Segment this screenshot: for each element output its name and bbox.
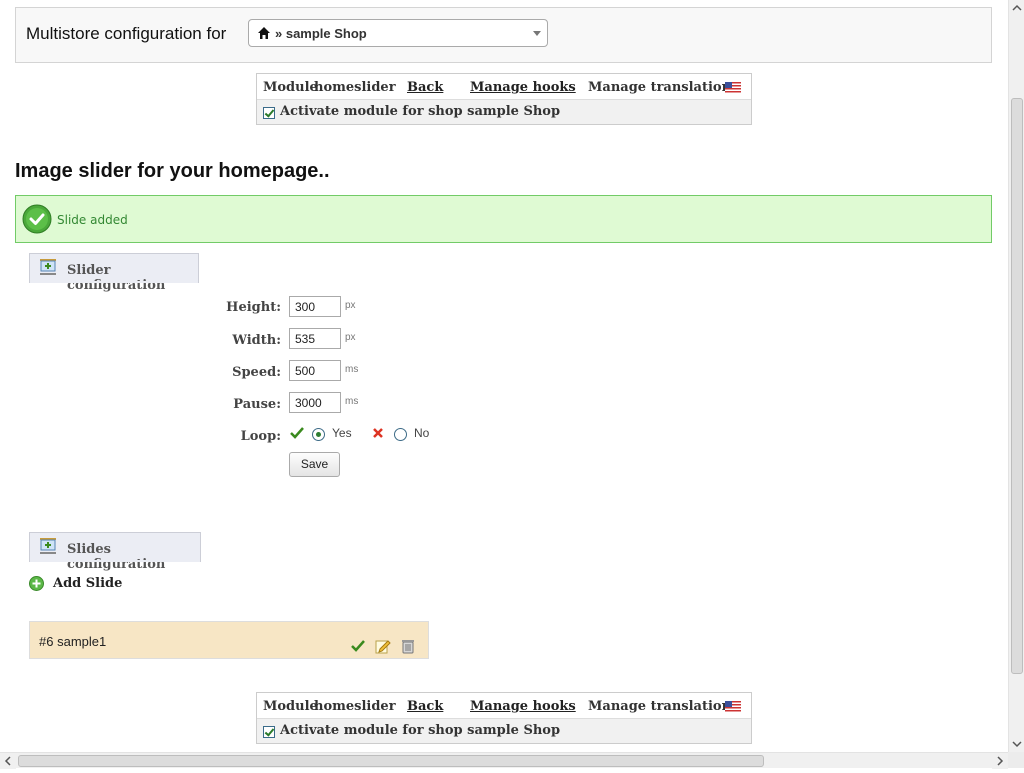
width-row: Width: — [199, 327, 281, 351]
slides-config-title: Slides configuration — [67, 542, 166, 572]
horizontal-scrollbar[interactable] — [0, 752, 1008, 769]
activate-label: Activate module for shop sample Shop — [280, 104, 561, 119]
confirmation-message: Slide added — [15, 195, 992, 243]
multistore-label: Multistore configuration for — [26, 24, 227, 43]
legend-gap — [30, 281, 198, 283]
delete-icon[interactable] — [400, 638, 416, 654]
loop-row: Loop: — [199, 423, 281, 447]
back-link[interactable]: Back — [407, 80, 443, 95]
legend-gap — [30, 560, 200, 562]
speed-input[interactable]: 500 — [289, 360, 341, 381]
loop-no-label: No — [414, 426, 430, 440]
activate-checkbox[interactable] — [263, 107, 275, 119]
chevron-down-icon — [533, 31, 541, 36]
manage-translations-link[interactable]: Manage translations — [588, 699, 738, 714]
add-icon — [29, 576, 44, 591]
loop-label: Loop: — [240, 429, 281, 444]
speed-unit: ms — [345, 364, 359, 375]
cross-icon — [373, 428, 383, 438]
width-input[interactable]: 535 — [289, 328, 341, 349]
scrollbar-corner — [1008, 752, 1024, 768]
arrow-left-icon — [4, 756, 11, 766]
loop-no-radio[interactable] — [394, 428, 407, 441]
width-label: Width: — [232, 333, 281, 348]
slides-icon — [40, 538, 56, 554]
module-name: homeslider — [314, 699, 396, 714]
activate-label: Activate module for shop sample Shop — [280, 723, 561, 738]
back-link[interactable]: Back — [407, 699, 443, 714]
speed-label: Speed: — [232, 365, 281, 380]
pause-input[interactable]: 3000 — [289, 392, 341, 413]
scroll-right-button[interactable] — [992, 753, 1008, 769]
activate-row: Activate module for shop sample Shop — [257, 719, 751, 743]
width-unit: px — [345, 332, 356, 343]
slides-icon — [40, 259, 56, 275]
multistore-bar: Multistore configuration for » sample Sh… — [15, 7, 992, 63]
module-toolbar-top: Module homeslider Back Manage hooks Mana… — [256, 73, 752, 125]
height-label: Height: — [226, 300, 281, 315]
save-button[interactable]: Save — [289, 452, 340, 477]
add-slide-label: Add Slide — [53, 576, 123, 591]
pause-label: Pause: — [233, 397, 281, 412]
height-input[interactable]: 300 — [289, 296, 341, 317]
slide-id: #6 — [39, 634, 54, 649]
vertical-scroll-thumb[interactable] — [1011, 98, 1023, 674]
add-slide-link[interactable]: Add Slide — [29, 575, 149, 593]
us-flag-icon[interactable] — [725, 82, 741, 93]
scroll-up-button[interactable] — [1009, 0, 1024, 16]
activate-checkbox[interactable] — [263, 726, 275, 738]
slide-name: sample1 — [57, 634, 107, 649]
height-row: Height: — [199, 294, 281, 318]
loop-yes-label: Yes — [332, 426, 352, 440]
toolbar-links: Module homeslider Back Manage hooks Mana… — [257, 693, 751, 719]
slider-config-panel — [15, 268, 992, 502]
slide-row: #6 sample1 — [29, 621, 429, 659]
vertical-scrollbar[interactable] — [1008, 0, 1024, 752]
scroll-down-button[interactable] — [1009, 736, 1024, 752]
slides-config-legend: Slides configuration — [29, 532, 201, 572]
page-title: Image slider for your homepage.. — [15, 160, 330, 182]
scroll-left-button[interactable] — [0, 753, 16, 769]
module-name: homeslider — [314, 80, 396, 95]
module-prefix: Module — [263, 699, 318, 714]
arrow-down-icon — [1012, 741, 1022, 748]
activate-row: Activate module for shop sample Shop — [257, 100, 751, 124]
edit-icon[interactable] — [375, 638, 391, 654]
enabled-check-icon[interactable] — [350, 638, 366, 654]
manage-translations-link[interactable]: Manage translations — [588, 80, 738, 95]
arrow-up-icon — [1012, 4, 1022, 11]
home-icon — [258, 27, 270, 39]
height-unit: px — [345, 300, 356, 311]
speed-row: Speed: — [199, 359, 281, 383]
slide-title: #6 sample1 — [39, 634, 106, 649]
horizontal-scroll-thumb[interactable] — [18, 755, 764, 767]
arrow-right-icon — [997, 756, 1004, 766]
slider-config-title: Slider configuration — [67, 263, 166, 293]
loop-yes-radio[interactable] — [312, 428, 325, 441]
module-toolbar-bottom: Module homeslider Back Manage hooks Mana… — [256, 692, 752, 744]
us-flag-icon[interactable] — [725, 701, 741, 712]
page: Multistore configuration for » sample Sh… — [0, 0, 1008, 752]
pause-unit: ms — [345, 396, 359, 407]
slider-config-legend: Slider configuration — [29, 253, 199, 293]
manage-hooks-link[interactable]: Manage hooks — [470, 80, 576, 95]
shop-select-value: » sample Shop — [275, 26, 367, 41]
manage-hooks-link[interactable]: Manage hooks — [470, 699, 576, 714]
toolbar-links: Module homeslider Back Manage hooks Mana… — [257, 74, 751, 100]
shop-select[interactable]: » sample Shop — [248, 19, 548, 47]
module-prefix: Module — [263, 80, 318, 95]
pause-row: Pause: — [199, 391, 281, 415]
confirmation-text: Slide added — [57, 213, 128, 227]
check-icon — [290, 427, 304, 439]
check-circle-icon — [22, 204, 52, 234]
